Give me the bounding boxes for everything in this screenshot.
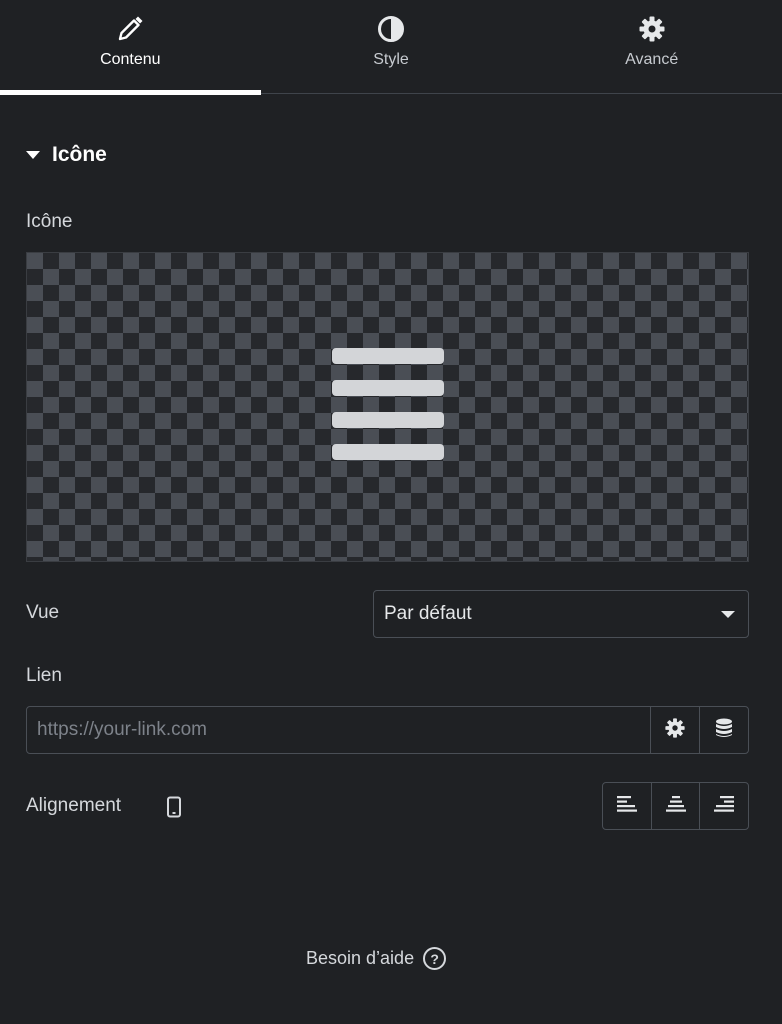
align-right-button[interactable] xyxy=(699,783,748,829)
panel-tabs: Contenu Style Avancé xyxy=(0,0,782,95)
database-icon xyxy=(715,718,733,743)
link-field-label: Lien xyxy=(26,665,62,686)
icon-field-label: Icône xyxy=(26,211,73,232)
link-control xyxy=(26,706,749,754)
gear-icon xyxy=(665,717,685,743)
align-center-button[interactable] xyxy=(650,783,700,829)
alignment-choices xyxy=(602,782,749,830)
tab-avance[interactable]: Avancé xyxy=(521,0,782,93)
section-toggle-icone[interactable]: Icône xyxy=(26,143,107,167)
dynamic-tags-button[interactable] xyxy=(699,707,748,753)
help-link[interactable]: Besoin d’aide ? xyxy=(306,947,447,970)
view-field-label: Vue xyxy=(26,602,60,623)
tab-label: Style xyxy=(373,51,409,68)
view-select-value: Par défaut xyxy=(384,603,472,624)
alignment-field-label: Alignement xyxy=(26,795,122,816)
chevron-down-icon xyxy=(721,611,735,618)
tab-style[interactable]: Style xyxy=(261,0,522,93)
pencil-icon xyxy=(117,15,143,43)
mobile-icon[interactable] xyxy=(166,796,182,823)
gear-icon xyxy=(639,15,665,43)
caret-down-icon xyxy=(26,151,40,159)
tab-label: Contenu xyxy=(100,51,161,68)
tab-contenu[interactable]: Contenu xyxy=(0,0,261,95)
icon-picker-preview[interactable] xyxy=(26,252,749,562)
link-options-button[interactable] xyxy=(650,707,699,753)
link-input[interactable] xyxy=(27,707,650,753)
align-center-icon xyxy=(665,795,686,818)
help-label: Besoin d’aide xyxy=(306,948,415,968)
align-left-icon xyxy=(616,795,637,818)
tab-label: Avancé xyxy=(625,51,679,68)
align-right-icon xyxy=(714,795,735,818)
align-left-button[interactable] xyxy=(603,783,651,829)
question-circle-icon: ? xyxy=(423,947,447,970)
section-title: Icône xyxy=(52,143,107,166)
half-circle-icon xyxy=(377,15,405,43)
bars-icon xyxy=(331,347,444,467)
view-select[interactable]: Par défaut xyxy=(373,590,749,638)
